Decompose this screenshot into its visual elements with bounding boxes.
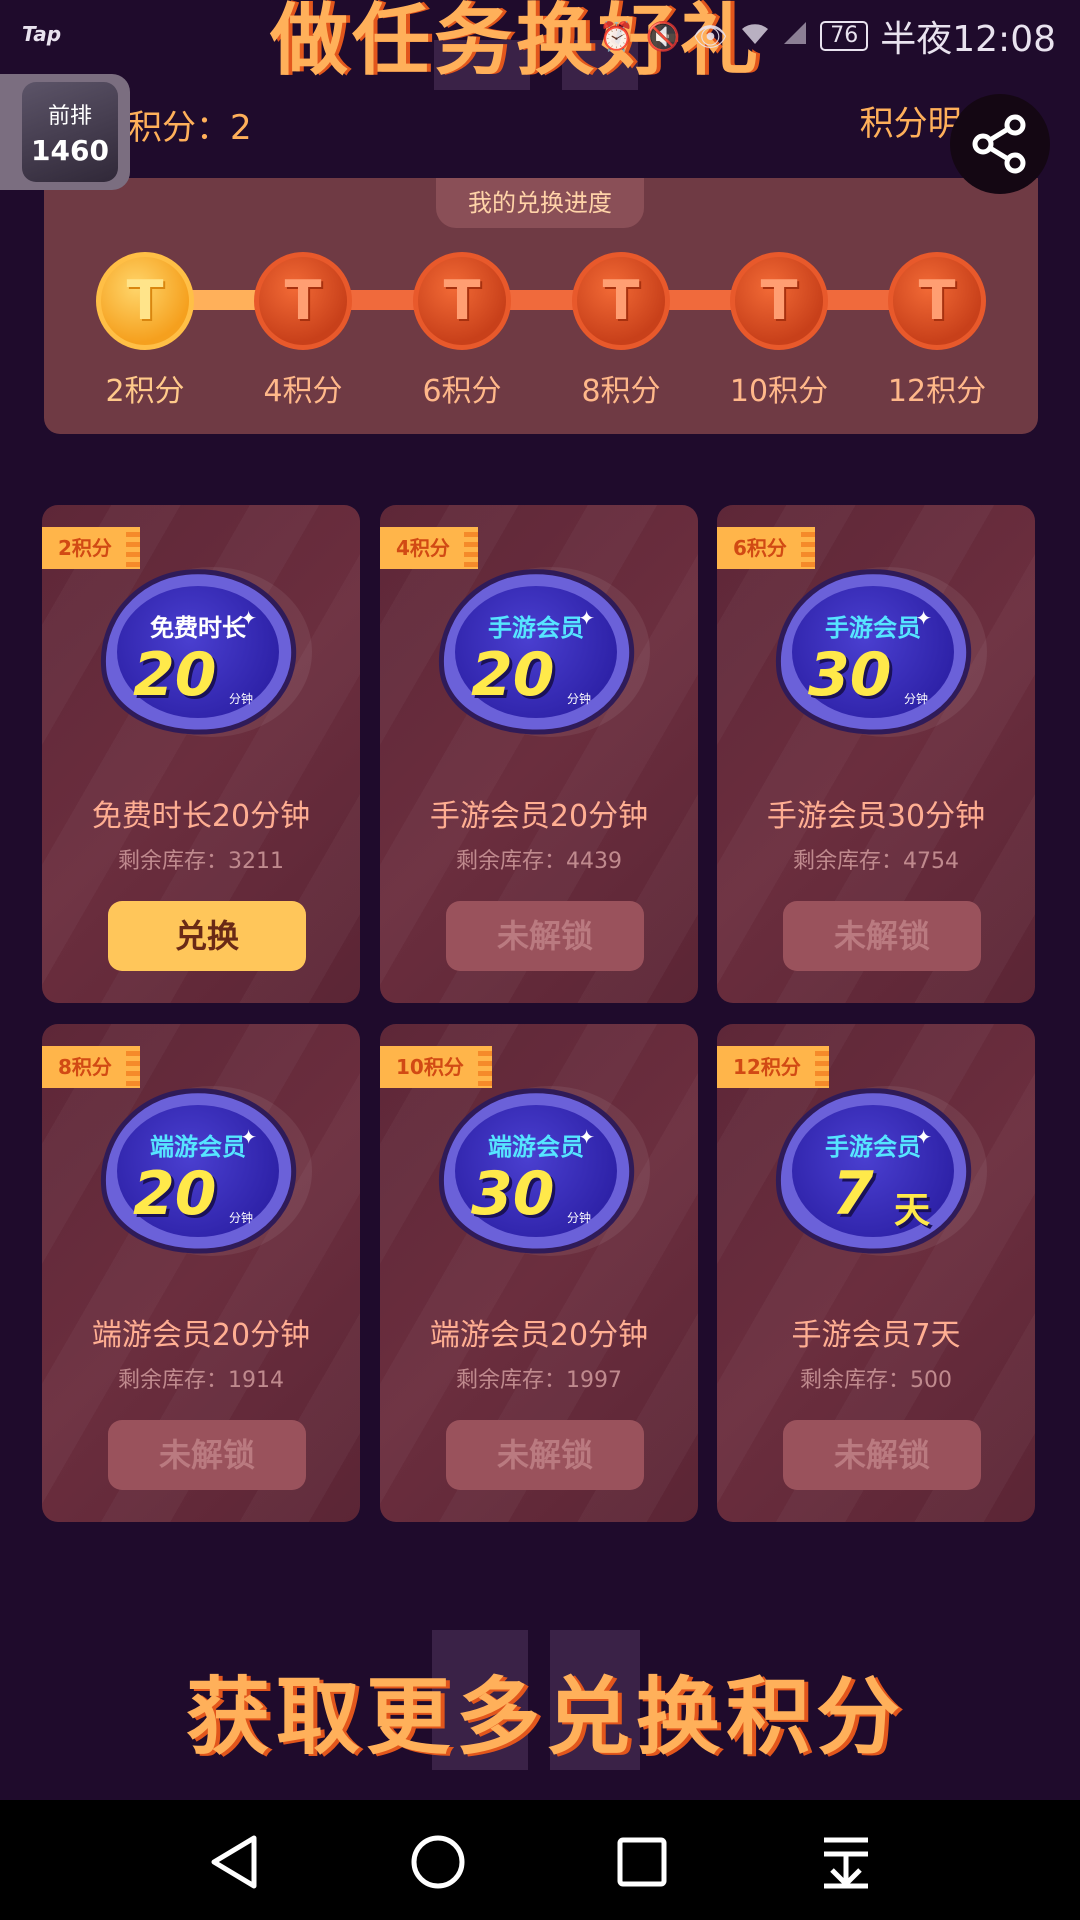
progress-step-label: 8积分 [581, 374, 661, 409]
wifi-icon [740, 20, 770, 53]
my-points: 积分：2 [128, 108, 252, 148]
signal-icon [782, 20, 808, 53]
sparkle-icon: ✦ [240, 1125, 257, 1149]
reward-title: 手游会员7天 [791, 1318, 961, 1353]
redeem-button[interactable]: 兑换 [108, 901, 306, 971]
badge-number: 20 [471, 640, 555, 710]
back-triangle-icon [211, 1835, 257, 1889]
floating-game-widget[interactable]: 前排 1460 [0, 74, 130, 190]
sparkle-icon: ✦ [240, 606, 257, 630]
badge-number: 20 [133, 1159, 217, 1229]
reward-title: 端游会员20分钟 [91, 1318, 311, 1353]
reward-title: 手游会员30分钟 [766, 799, 986, 834]
reward-card: 2积分 免费时长 20 分钟 ✦ 免费时长20分钟 剩余库存：3211 兑换 [42, 505, 360, 1003]
reward-stock: 剩余库存：1997 [456, 1368, 622, 1393]
share-icon [972, 114, 1026, 174]
t-coin-icon: T [918, 269, 956, 332]
badge-number: 30 [808, 640, 892, 710]
progress-step-label: 6积分 [422, 374, 502, 409]
progress-coin-10: T [730, 252, 828, 350]
reward-card: 8积分 端游会员 20 分钟 ✦ 端游会员20分钟 剩余库存：1914 未解锁 [42, 1024, 360, 1522]
sparkle-icon: ✦ [578, 606, 595, 630]
reward-stock: 剩余库存：4439 [456, 849, 622, 874]
notification-pull-button[interactable] [814, 1830, 878, 1894]
reward-title: 手游会员20分钟 [429, 799, 649, 834]
status-icons: ⏰ 🔇 👁 76 半夜12:08 [598, 14, 1056, 60]
reward-card: 6积分 手游会员 30 分钟 ✦ 手游会员30分钟 剩余库存：4754 未解锁 [717, 505, 1035, 1003]
eye-icon: 👁 [692, 19, 729, 53]
home-circle-icon [411, 1835, 465, 1889]
t-coin-icon: T [284, 269, 322, 332]
progress-coin-8: T [572, 252, 670, 350]
badge-number: 7 [832, 1159, 874, 1229]
sparkle-icon: ✦ [578, 1125, 595, 1149]
reward-card: 12积分 手游会员 7 天 ✦ 手游会员7天 剩余库存：500 未解锁 [717, 1024, 1035, 1522]
badge-unit: 分钟 [229, 1211, 254, 1225]
progress-step-label: 2积分 [105, 374, 185, 409]
badge-number: 30 [471, 1159, 555, 1229]
locked-button[interactable]: 未解锁 [108, 1420, 306, 1490]
progress-coin-6: T [413, 252, 511, 350]
progress-step-label: 12积分 [887, 374, 987, 409]
points-tag: 12积分 [717, 1046, 829, 1088]
share-button[interactable] [950, 94, 1050, 194]
reward-card: 4积分 手游会员 20 分钟 ✦ 手游会员20分钟 剩余库存：4439 未解锁 [380, 505, 698, 1003]
system-nav-bar [0, 1800, 1080, 1920]
points-tag: 8积分 [42, 1046, 140, 1088]
reward-stock: 剩余库存：4754 [793, 849, 959, 874]
badge-unit: 分钟 [567, 692, 592, 706]
badge-unit: 分钟 [904, 692, 929, 706]
recents-square-icon [617, 1837, 667, 1887]
sparkle-icon: ✦ [915, 606, 932, 630]
pull-down-icon [824, 1837, 868, 1889]
reward-stock: 剩余库存：1914 [118, 1368, 284, 1393]
badge-number: 20 [133, 640, 217, 710]
points-tag: 10积分 [380, 1046, 492, 1088]
reward-title: 端游会员20分钟 [429, 1318, 649, 1353]
badge-unit: 分钟 [567, 1211, 592, 1225]
progress-step-label: 10积分 [729, 374, 829, 409]
progress-step-label: 4积分 [263, 374, 343, 409]
status-clock: 半夜12:08 [880, 19, 1056, 60]
battery-indicator: 76 [820, 21, 869, 51]
tap-logo: Tap [22, 22, 62, 46]
points-tag: 2积分 [42, 527, 140, 569]
widget-label: 前排 [47, 103, 92, 129]
t-coin-icon: T [760, 269, 798, 332]
progress-coin-12: T [888, 252, 986, 350]
progress-title: 我的兑换进度 [436, 178, 644, 228]
locked-button[interactable]: 未解锁 [783, 1420, 981, 1490]
locked-button[interactable]: 未解锁 [446, 1420, 644, 1490]
reward-stock: 剩余库存：3211 [118, 849, 284, 874]
badge-unit: 分钟 [229, 692, 254, 706]
home-button[interactable] [406, 1830, 470, 1894]
recents-button[interactable] [610, 1830, 674, 1894]
sparkle-icon: ✦ [915, 1125, 932, 1149]
status-bar: Tap ⏰ 🔇 👁 76 半夜12:08 [0, 0, 1080, 70]
progress-coin-4: T [254, 252, 352, 350]
mute-icon: 🔇 [645, 19, 681, 53]
locked-button[interactable]: 未解锁 [446, 901, 644, 971]
game-thumbnail: 前排 1460 [22, 82, 118, 182]
back-button[interactable] [202, 1830, 266, 1894]
progress-coin-2: T [96, 252, 194, 350]
locked-button[interactable]: 未解锁 [783, 901, 981, 971]
reward-card: 10积分 端游会员 30 分钟 ✦ 端游会员20分钟 剩余库存：1997 未解锁 [380, 1024, 698, 1522]
reward-title: 免费时长20分钟 [91, 799, 311, 834]
points-tag: 4积分 [380, 527, 478, 569]
reward-stock: 剩余库存：500 [800, 1368, 952, 1393]
t-coin-icon: T [443, 269, 481, 332]
alarm-icon: ⏰ [598, 19, 634, 53]
t-coin-icon: T [126, 269, 164, 332]
section-title: 获取更多兑换积分 [186, 1668, 907, 1766]
points-tag: 6积分 [717, 527, 815, 569]
badge-unit: 天 [894, 1190, 931, 1231]
t-coin-icon: T [602, 269, 640, 332]
widget-count: 1460 [31, 133, 109, 167]
